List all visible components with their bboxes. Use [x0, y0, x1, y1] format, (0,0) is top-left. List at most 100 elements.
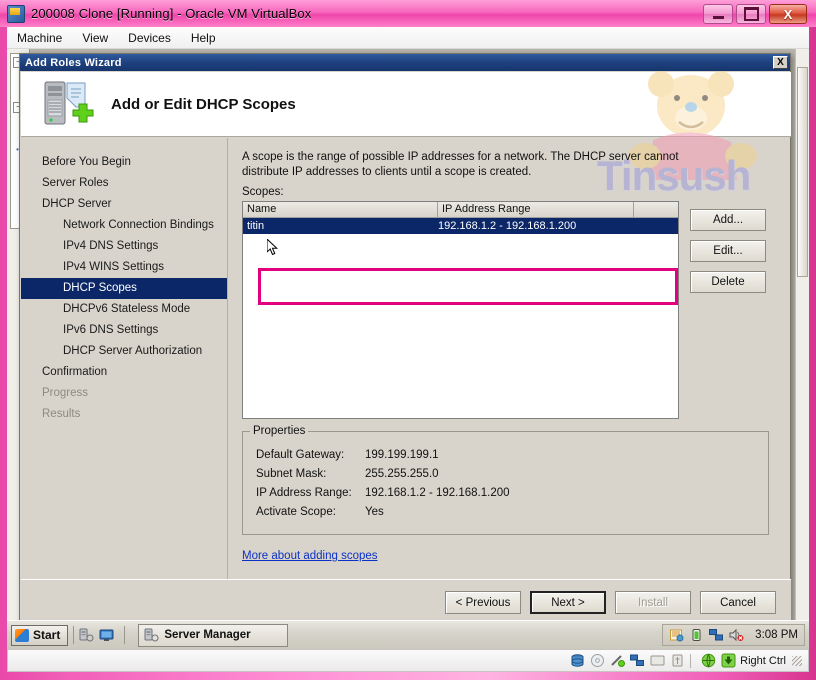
menu-devices[interactable]: Devices — [118, 29, 181, 47]
nav-item-ipv4-dns-settings[interactable]: IPv4 DNS Settings — [21, 236, 227, 257]
nav-item-ipv6-dns-settings[interactable]: IPv6 DNS Settings — [21, 320, 227, 341]
property-label-ip-address-range: IP Address Range: — [256, 486, 352, 499]
wizard-footer: < Previous Next > Install Cancel — [21, 579, 791, 625]
wizard-title: Add Roles Wizard — [25, 56, 122, 69]
next-button[interactable]: Next > — [530, 591, 606, 614]
menu-help[interactable]: Help — [181, 29, 226, 47]
install-button: Install — [615, 591, 691, 614]
nav-item-before-you-begin[interactable]: Before You Begin — [21, 152, 227, 173]
taskbar-clock[interactable]: 3:08 PM — [755, 629, 798, 641]
scopes-list-area: Name IP Address Range titin 192.168.1.2 … — [242, 201, 775, 419]
page-title: Add or Edit DHCP Scopes — [111, 95, 296, 113]
notification-icon[interactable] — [669, 628, 684, 642]
wizard-close-button[interactable]: X — [773, 56, 788, 69]
edit-button[interactable]: Edit... — [690, 240, 766, 262]
scope-action-buttons: Add... Edit... Delete — [690, 201, 766, 419]
cell-scope-name: titin — [247, 220, 265, 232]
host-key-icon[interactable] — [721, 653, 736, 668]
volume-muted-icon[interactable] — [729, 628, 744, 642]
add-button[interactable]: Add... — [690, 209, 766, 231]
cancel-button[interactable]: Cancel — [700, 591, 776, 614]
property-label-subnet-mask: Subnet Mask: — [256, 467, 327, 480]
property-label-default-gateway: Default Gateway: — [256, 448, 345, 461]
server-manager-quicklaunch-icon[interactable] — [79, 628, 94, 642]
system-tray: 3:08 PM — [662, 624, 805, 646]
maximize-button[interactable] — [736, 4, 766, 24]
virtualbox-menubar: Machine View Devices Help — [7, 27, 809, 49]
server-add-icon — [41, 79, 97, 129]
windows-logo-icon — [15, 628, 29, 642]
windows-taskbar: Start Server Manager 3:08 PM — [7, 620, 809, 649]
mouse-integration-icon[interactable] — [701, 653, 716, 668]
cell-ip-range: 192.168.1.2 - 192.168.1.200 — [438, 220, 577, 232]
nav-item-dhcp-server[interactable]: DHCP Server — [21, 194, 227, 215]
nav-item-dhcpv6-stateless-mode[interactable]: DHCPv6 Stateless Mode — [21, 299, 227, 320]
property-value-ip-address-range: 192.168.1.2 - 192.168.1.200 — [365, 486, 510, 499]
display-icon[interactable] — [650, 653, 665, 668]
property-row: Subnet Mask: 255.255.255.0 — [243, 464, 768, 483]
shared-folder-icon[interactable] — [630, 653, 645, 668]
delete-button[interactable]: Delete — [690, 271, 766, 293]
nav-item-confirmation[interactable]: Confirmation — [21, 362, 227, 383]
show-desktop-icon[interactable] — [99, 628, 114, 642]
wizard-body: Before You Begin Server Roles DHCP Serve… — [21, 138, 791, 627]
add-roles-wizard-dialog: Add Roles Wizard X Add or Edit DHCP Scop… — [19, 53, 791, 627]
property-row: Default Gateway: 199.199.199.1 — [243, 445, 768, 464]
virtualbox-statusbar: Right Ctrl — [7, 649, 809, 672]
scrollbar-thumb[interactable] — [797, 67, 808, 277]
close-icon: X — [783, 6, 793, 22]
column-header-blank[interactable] — [634, 202, 678, 217]
taskbar-button-server-manager[interactable]: Server Manager — [138, 623, 289, 647]
table-row[interactable]: titin 192.168.1.2 - 192.168.1.200 — [243, 218, 678, 234]
window-title: 200008 Clone [Running] - Oracle VM Virtu… — [31, 6, 312, 21]
divider — [124, 626, 126, 644]
scopes-list[interactable]: Name IP Address Range titin 192.168.1.2 … — [242, 201, 679, 419]
minimize-button[interactable] — [703, 4, 733, 24]
property-value-default-gateway: 199.199.199.1 — [365, 448, 439, 461]
guest-scrollbar[interactable] — [795, 49, 809, 649]
properties-legend: Properties — [250, 425, 309, 437]
column-header-name[interactable]: Name — [243, 202, 438, 217]
nav-item-ipv4-wins-settings[interactable]: IPv4 WINS Settings — [21, 257, 227, 278]
divider — [73, 626, 75, 644]
nav-item-results: Results — [42, 408, 81, 420]
nav-item-progress: Progress — [42, 387, 89, 399]
property-value-subnet-mask: 255.255.255.0 — [365, 467, 439, 480]
intro-text: A scope is the range of possible IP addr… — [242, 151, 679, 178]
property-label-activate-scope: Activate Scope: — [256, 505, 336, 518]
wizard-header: Add or Edit DHCP Scopes Tinsush — [21, 71, 791, 199]
battery-icon[interactable] — [689, 628, 704, 642]
optical-disk-icon[interactable] — [590, 653, 605, 668]
nav-item-dhcp-server-authorization[interactable]: DHCP Server Authorization — [21, 341, 227, 362]
network-icon[interactable] — [709, 628, 724, 642]
divider — [690, 653, 692, 668]
previous-button[interactable]: < Previous — [445, 591, 521, 614]
scopes-list-header: Name IP Address Range — [243, 202, 678, 218]
menu-view[interactable]: View — [72, 29, 118, 47]
properties-list: Default Gateway: 199.199.199.1 Subnet Ma… — [243, 432, 768, 521]
property-row: Activate Scope: Yes — [243, 502, 768, 521]
guest-screen: − − • Add Roles Wizard X — [7, 49, 809, 649]
scopes-label: Scopes: — [242, 186, 284, 198]
window-controls: X — [703, 4, 810, 24]
nav-item-dhcp-scopes[interactable]: DHCP Scopes — [21, 278, 227, 299]
virtualbox-icon — [7, 4, 25, 23]
close-button[interactable]: X — [769, 4, 807, 24]
virtualbox-window: 200008 Clone [Running] - Oracle VM Virtu… — [0, 0, 816, 680]
hard-disk-icon[interactable] — [570, 653, 585, 668]
wizard-titlebar: Add Roles Wizard X — [20, 54, 790, 71]
more-about-adding-scopes-link[interactable]: More about adding scopes — [242, 550, 378, 562]
resize-grip[interactable] — [792, 655, 802, 666]
usb-icon[interactable] — [670, 653, 685, 668]
taskbar-button-label: Server Manager — [164, 629, 251, 641]
wizard-content: A scope is the range of possible IP addr… — [228, 138, 791, 627]
wizard-footer-buttons: < Previous Next > Install Cancel — [436, 591, 776, 614]
nav-item-server-roles[interactable]: Server Roles — [21, 173, 227, 194]
nav-item-network-connection-bindings[interactable]: Network Connection Bindings — [21, 215, 227, 236]
virtualbox-titlebar: 200008 Clone [Running] - Oracle VM Virtu… — [0, 0, 816, 27]
menu-machine[interactable]: Machine — [7, 29, 72, 47]
network-icon[interactable] — [610, 653, 626, 668]
column-header-ip-range[interactable]: IP Address Range — [438, 202, 634, 217]
properties-group: Properties Default Gateway: 199.199.199.… — [242, 425, 769, 535]
start-button[interactable]: Start — [11, 624, 69, 646]
